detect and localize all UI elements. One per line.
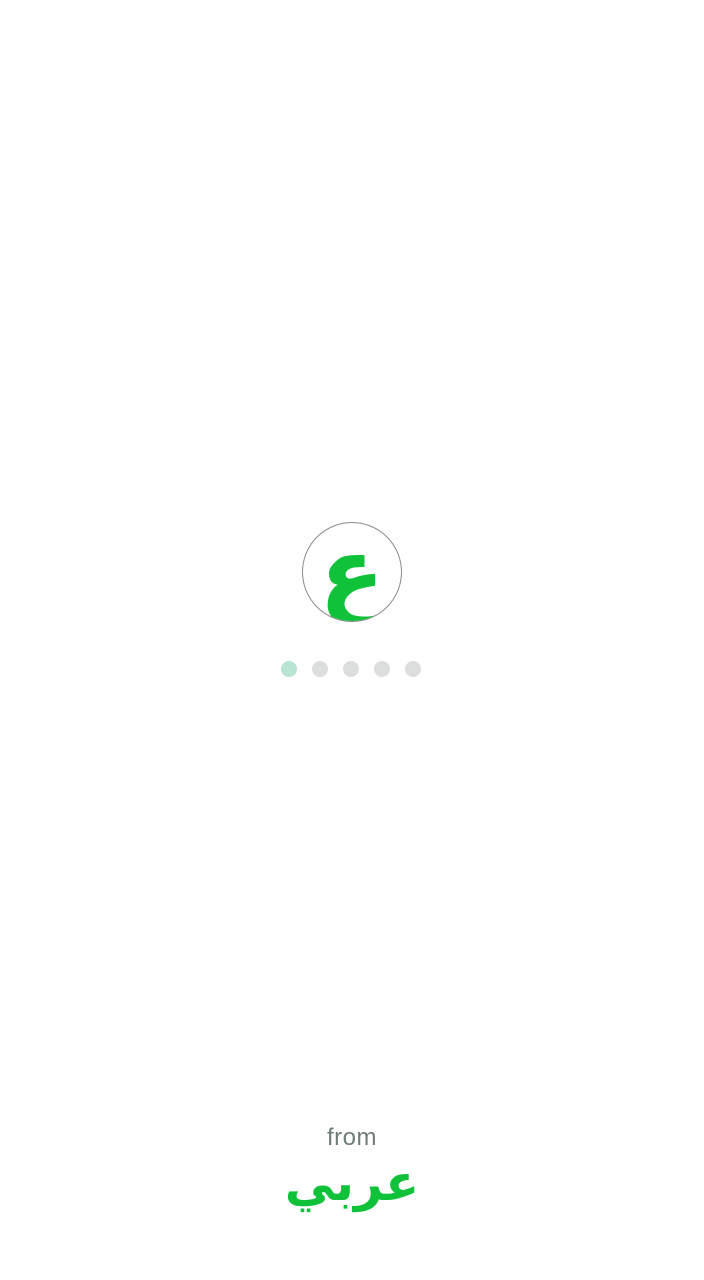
- footer-branding: from عربي: [0, 1124, 704, 1214]
- loading-dot: [312, 661, 328, 677]
- loading-dot: [405, 661, 421, 677]
- loading-dot-active: [281, 661, 297, 677]
- loading-dot: [343, 661, 359, 677]
- app-logo: ع: [302, 522, 402, 622]
- brand-name: عربي: [284, 1154, 420, 1212]
- splash-screen: ع from عربي: [0, 0, 704, 1280]
- loading-indicator: [281, 661, 421, 677]
- loading-dot: [374, 661, 390, 677]
- logo-glyph: ع: [319, 522, 385, 622]
- from-label: from: [327, 1124, 377, 1151]
